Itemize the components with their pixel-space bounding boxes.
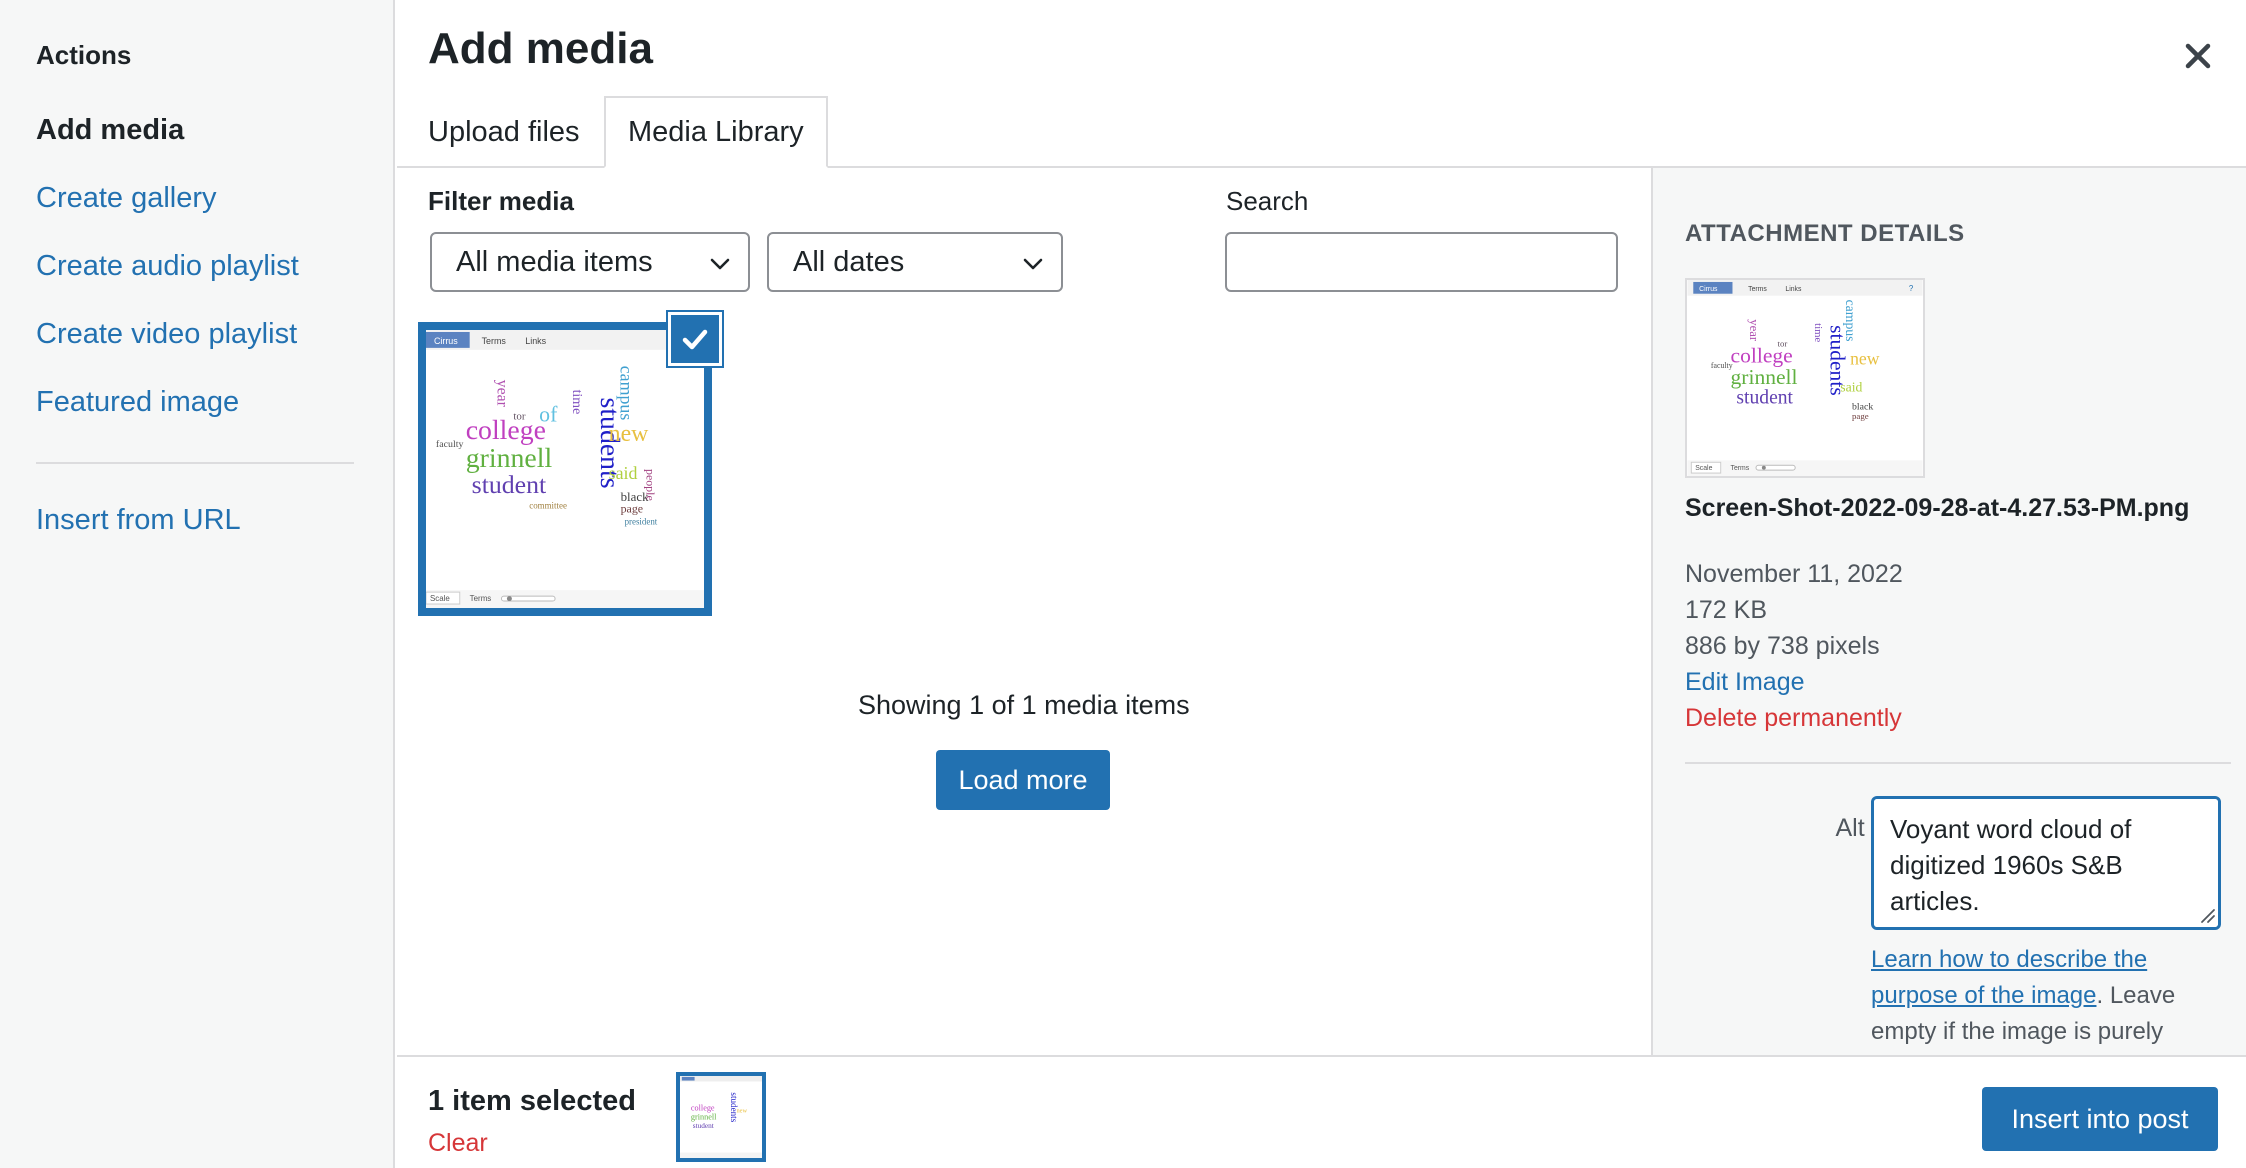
media-attachment-tile[interactable]: Cirrus Terms Links students college grin…	[418, 322, 712, 616]
word-campus: campus	[617, 366, 637, 421]
sidebar-item-create-gallery[interactable]: Create gallery	[36, 182, 217, 215]
chevron-down-icon	[710, 258, 730, 270]
preview-word-student: student	[1736, 387, 1793, 408]
deselect-checkbox[interactable]	[668, 312, 722, 366]
mini-word-student: student	[693, 1122, 714, 1130]
preview-word-tor: tor	[1778, 339, 1788, 349]
media-frame-toolbar: 1 item selected Clear students college g…	[397, 1055, 2246, 1168]
clear-selection-link[interactable]: Clear	[428, 1129, 488, 1158]
load-more-button[interactable]: Load more	[936, 750, 1110, 810]
word-tor: tor	[513, 410, 525, 422]
attachment-details-panel: ATTACHMENT DETAILS Cirrus Terms Links ? …	[1651, 168, 2246, 1055]
sidebar-item-create-video-playlist[interactable]: Create video playlist	[36, 318, 297, 351]
sidebar-item-insert-from-url[interactable]: Insert from URL	[36, 504, 241, 537]
word-cloud-mini: students college grinnell student new	[680, 1076, 762, 1158]
word-cloud-preview: Cirrus Terms Links ? students college gr…	[1687, 280, 1923, 476]
preview-word-said: said	[1840, 380, 1862, 395]
delete-permanently-link[interactable]: Delete permanently	[1685, 704, 1902, 733]
resize-grip-icon[interactable]	[2198, 906, 2216, 924]
mini-word-grinnell: grinnell	[691, 1113, 717, 1122]
alt-text-help: Learn how to describe the purpose of the…	[1871, 942, 2231, 1050]
word-page: page	[621, 502, 643, 516]
word-year: year	[493, 380, 510, 408]
preview-tab-links: Links	[1785, 286, 1802, 293]
thumb-tab-terms: Terms	[482, 336, 507, 346]
word-new: new	[609, 421, 649, 447]
preview-word-year: year	[1747, 319, 1761, 342]
media-type-value: All media items	[456, 245, 653, 278]
sidebar-separator	[36, 462, 354, 464]
word-of: of	[539, 402, 558, 426]
word-student: student	[472, 470, 547, 499]
close-icon	[2185, 43, 2211, 69]
tab-media-library[interactable]: Media Library	[604, 96, 828, 168]
sidebar-item-create-audio-playlist[interactable]: Create audio playlist	[36, 250, 299, 283]
attachment-preview: Cirrus Terms Links ? students college gr…	[1685, 278, 1925, 478]
preview-word-time: time	[1812, 323, 1824, 342]
preview-word-page: page	[1852, 411, 1869, 421]
selection-count: 1 item selected	[428, 1085, 636, 1117]
preview-tab-cirrus: Cirrus	[1699, 286, 1718, 293]
attachment-file-size: 172 KB	[1685, 596, 1768, 624]
details-separator	[1685, 762, 2231, 764]
attachment-details-heading: ATTACHMENT DETAILS	[1685, 220, 1965, 247]
attachment-filename: Screen-Shot-2022-09-28-at-4.27.53-PM.png	[1685, 494, 2190, 522]
word-cloud-thumbnail: Cirrus Terms Links students college grin…	[426, 330, 704, 608]
word-said: said	[609, 463, 638, 483]
selected-thumbnail[interactable]: students college grinnell student new	[676, 1072, 766, 1162]
alt-text-field[interactable]: Voyant word cloud of digitized 1960s S&B…	[1871, 796, 2221, 930]
word-faculty: faculty	[436, 439, 464, 450]
thumb-footer-terms: Terms	[470, 594, 492, 603]
preview-help-glyph: ?	[1909, 284, 1914, 293]
close-button[interactable]	[2170, 28, 2226, 84]
word-committee: committee	[529, 501, 567, 511]
search-label: Search	[1226, 186, 1309, 216]
check-icon	[682, 329, 708, 350]
media-sidebar: Actions Add media Create gallery Create …	[0, 0, 395, 1168]
search-input[interactable]	[1225, 232, 1618, 292]
thumb-tab-cirrus: Cirrus	[434, 336, 458, 346]
sidebar-item-featured-image[interactable]: Featured image	[36, 386, 239, 419]
thumb-footer-scale: Scale	[430, 594, 450, 603]
preview-word-campus: campus	[1843, 300, 1858, 342]
chevron-down-icon	[1023, 258, 1043, 270]
word-time: time	[569, 390, 584, 415]
attachment-upload-date: November 11, 2022	[1685, 560, 1903, 588]
modal-title: Add media	[428, 24, 653, 73]
mini-word-college: college	[691, 1104, 715, 1113]
preview-word-new: new	[1850, 348, 1880, 368]
media-type-select[interactable]: All media items	[430, 232, 750, 292]
preview-word-faculty: faculty	[1711, 361, 1733, 370]
tab-upload-files[interactable]: Upload files	[428, 96, 580, 168]
date-filter-value: All dates	[793, 245, 905, 278]
edit-image-link[interactable]: Edit Image	[1685, 668, 1805, 697]
word-people: people	[643, 469, 657, 501]
word-college: college	[466, 415, 546, 446]
sidebar-heading: Actions	[36, 40, 132, 70]
word-president: president	[625, 517, 658, 527]
insert-into-post-button[interactable]: Insert into post	[1982, 1087, 2218, 1151]
preview-word-grinnell: grinnell	[1731, 365, 1798, 389]
attachment-dimensions: 886 by 738 pixels	[1685, 632, 1880, 660]
preview-tab-terms: Terms	[1748, 286, 1767, 293]
thumb-tab-links: Links	[525, 336, 546, 346]
preview-footer-terms: Terms	[1731, 465, 1750, 472]
date-filter-select[interactable]: All dates	[767, 232, 1063, 292]
media-count-status: Showing 1 of 1 media items	[858, 690, 1190, 720]
preview-footer-scale: Scale	[1695, 465, 1712, 472]
filter-media-label: Filter media	[428, 186, 574, 216]
mini-word-new: new	[736, 1107, 747, 1114]
sidebar-item-add-media[interactable]: Add media	[36, 114, 184, 147]
